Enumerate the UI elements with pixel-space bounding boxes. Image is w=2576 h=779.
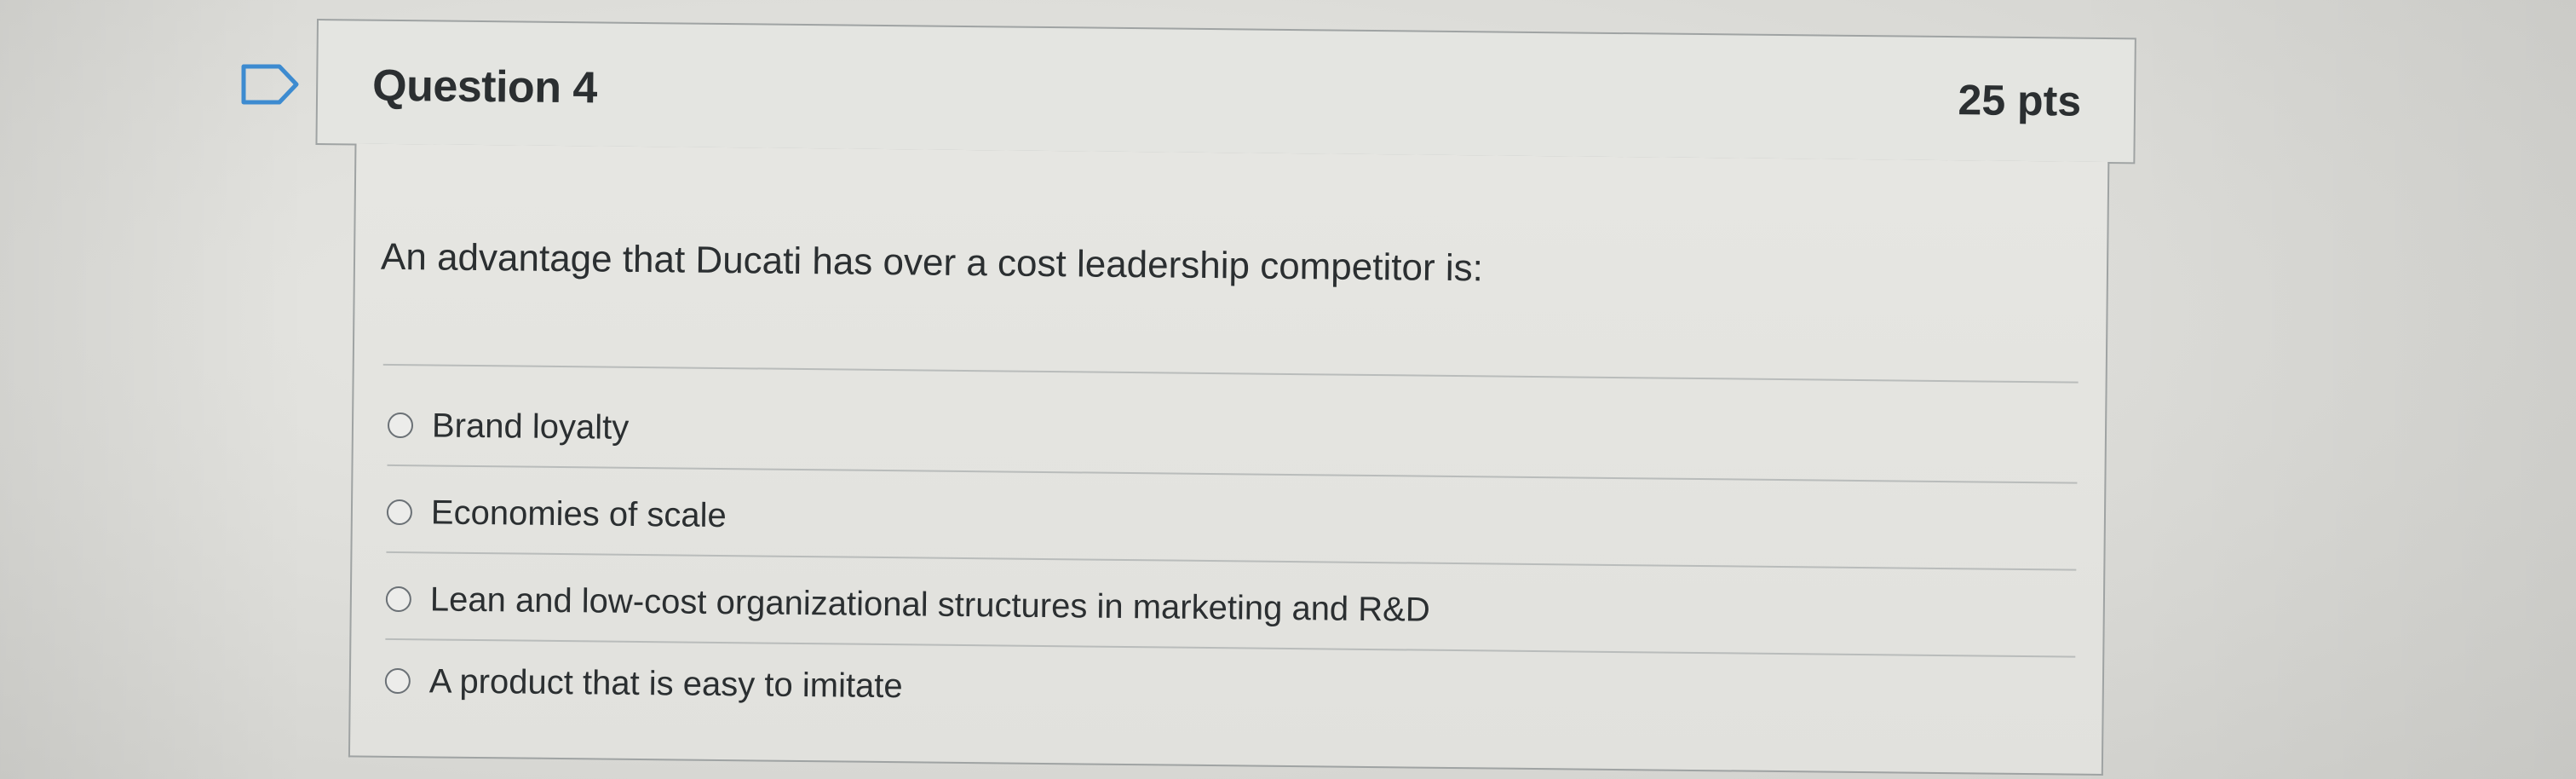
- flag-question-icon[interactable]: [240, 63, 302, 106]
- question-body: An advantage that Ducati has over a cost…: [348, 143, 2110, 776]
- answer-option[interactable]: A product that is easy to imitate: [384, 655, 903, 712]
- answer-label: Economies of scale: [430, 493, 727, 534]
- question-prompt: An advantage that Ducati has over a cost…: [380, 235, 1484, 290]
- answer-divider: [386, 551, 2077, 571]
- radio-button[interactable]: [385, 586, 412, 613]
- question-header: Question 4 25 pts: [315, 19, 2136, 164]
- answer-option[interactable]: Brand loyalty: [387, 400, 630, 453]
- prompt-divider: [382, 363, 2079, 384]
- answer-label: A product that is easy to imitate: [428, 661, 903, 705]
- radio-button[interactable]: [387, 412, 414, 439]
- answer-divider: [385, 638, 2076, 658]
- radio-button[interactable]: [384, 667, 411, 695]
- question-title: Question 4: [371, 61, 598, 113]
- question-points: 25 pts: [1958, 76, 2082, 125]
- answer-label: Brand loyalty: [431, 406, 630, 447]
- question-card: Question 4 25 pts An advantage that Duca…: [309, 19, 2136, 776]
- answer-label: Lean and low-cost organizational structu…: [429, 580, 1430, 629]
- answer-option[interactable]: Lean and low-cost organizational structu…: [385, 574, 1431, 636]
- answer-divider: [387, 464, 2078, 484]
- answer-option[interactable]: Economies of scale: [386, 487, 727, 541]
- radio-button[interactable]: [386, 499, 413, 526]
